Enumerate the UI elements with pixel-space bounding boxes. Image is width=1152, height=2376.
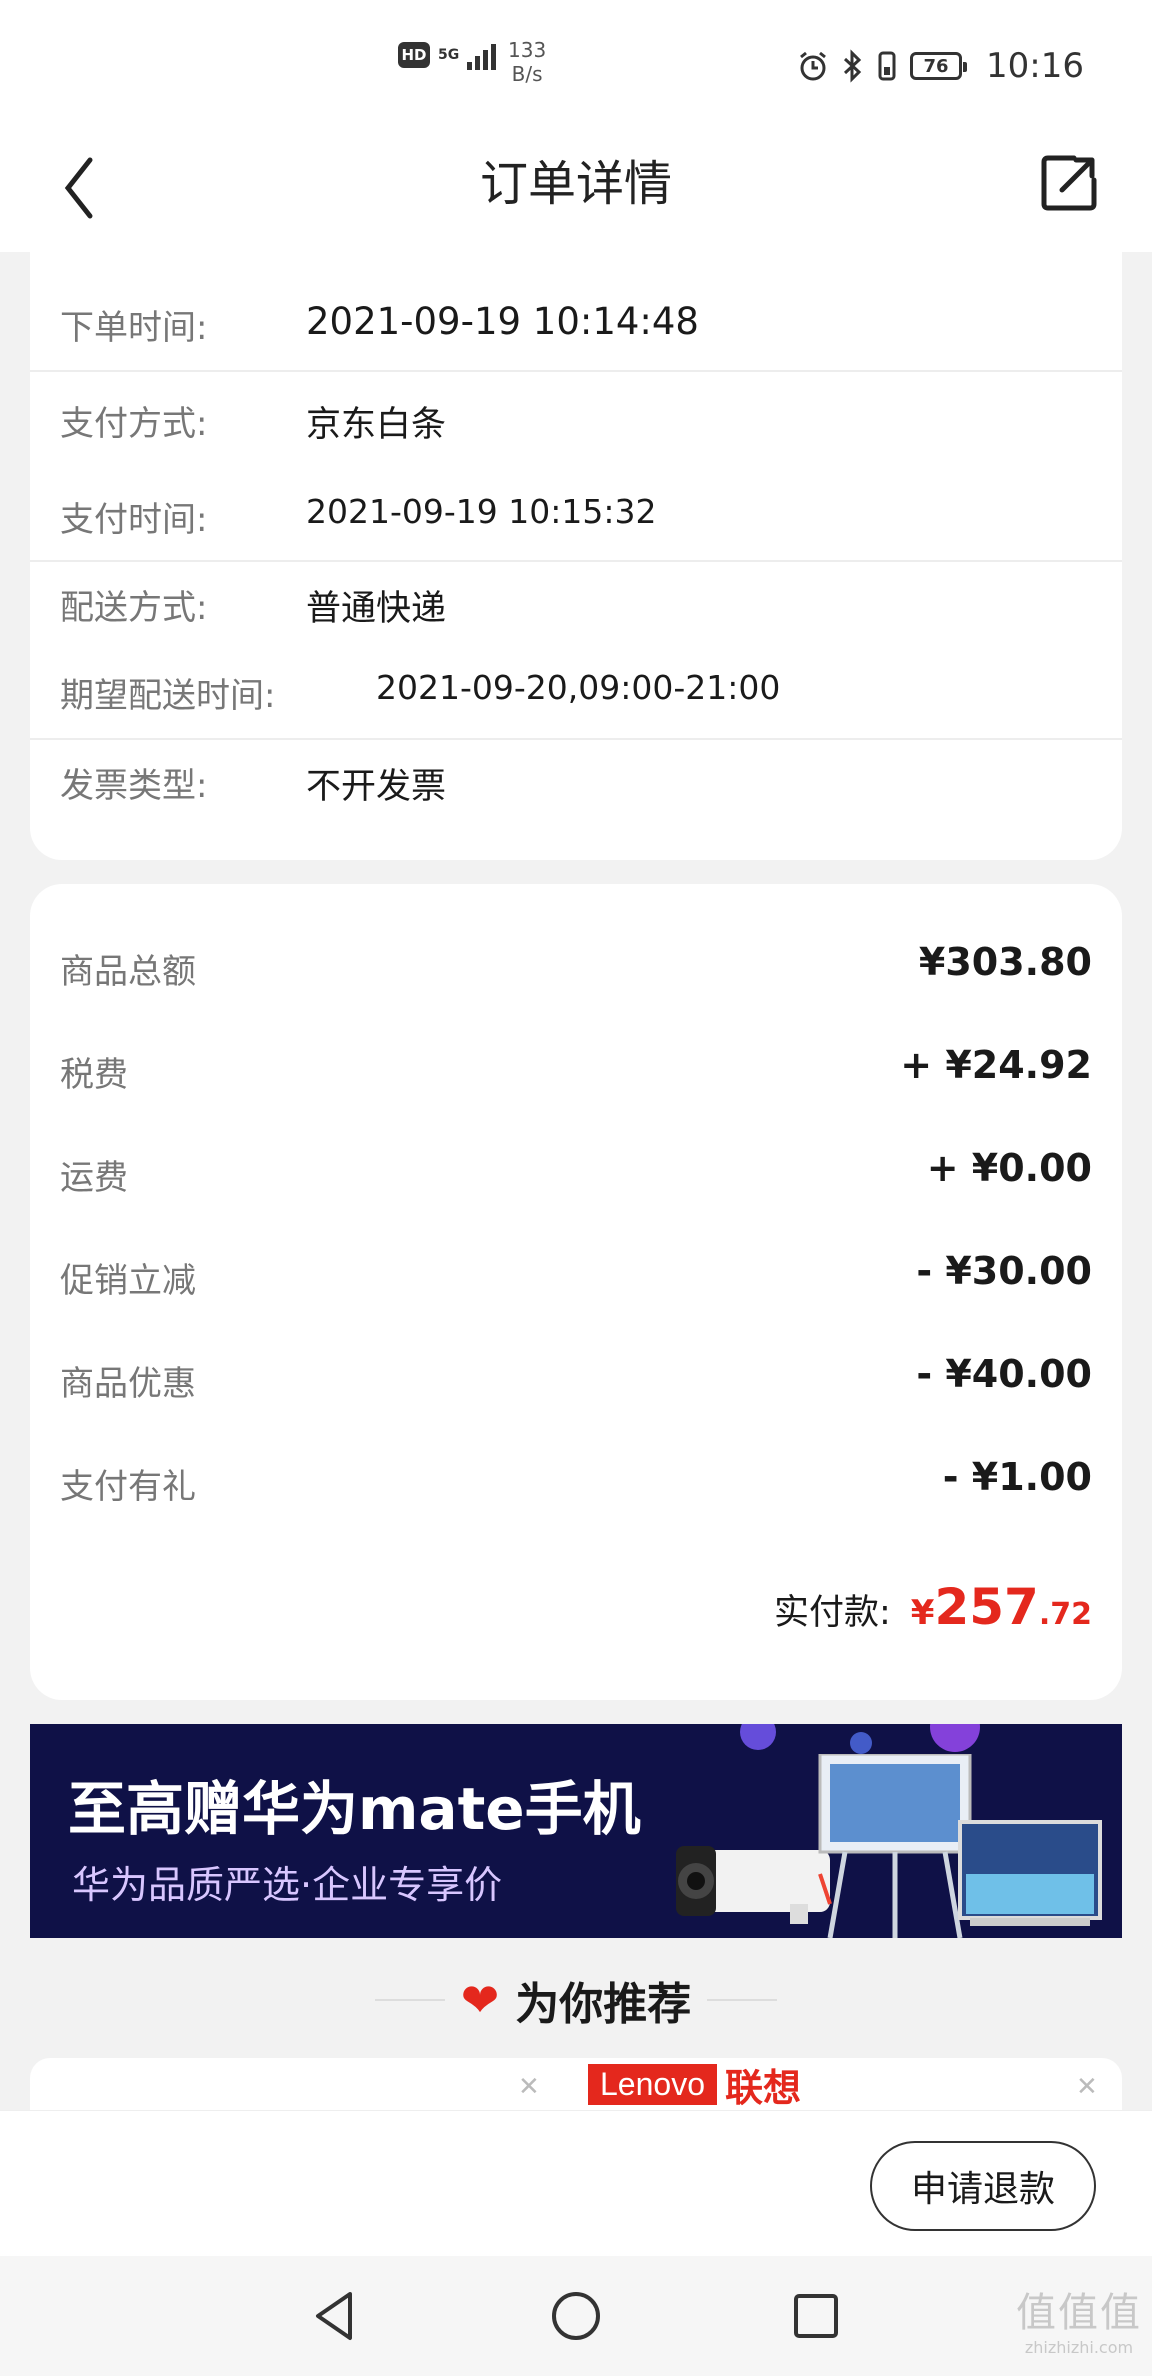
share-icon[interactable] <box>1038 150 1102 214</box>
banner-title: 至高赠华为mate手机 <box>68 1775 641 1843</box>
vibrate-icon <box>878 51 896 81</box>
order-info-label: 支付时间: <box>60 500 208 540</box>
order-info-label: 期望配送时间: <box>60 676 276 716</box>
app-screen: HD 5G 133 B/s 76 10:16 订单详情 下单时间: 2021-0… <box>0 0 1152 2376</box>
recommend-title: 为你推荐 <box>515 1979 692 2030</box>
price-value: + ¥24.92 <box>900 1043 1092 1087</box>
price-value: - ¥1.00 <box>942 1455 1092 1499</box>
price-label: 商品总额 <box>60 952 196 992</box>
status-bar: HD 5G 133 B/s 76 10:16 <box>0 0 1152 132</box>
order-info-label: 发票类型: <box>60 766 208 806</box>
price-value: + ¥0.00 <box>926 1146 1092 1190</box>
clock: 10:16 <box>986 46 1084 86</box>
status-right: 76 10:16 <box>796 46 1084 86</box>
order-info-card: 下单时间: 2021-09-19 10:14:48 支付方式: 京东白条 支付时… <box>30 252 1122 860</box>
paid-decimal: .72 <box>1038 1597 1092 1632</box>
decor-bubble <box>740 1724 776 1750</box>
hd-badge: HD <box>398 42 430 68</box>
price-row: 商品总额 ¥303.80 <box>30 940 1122 1000</box>
nav-recents-icon[interactable] <box>786 2286 846 2346</box>
price-value: - ¥40.00 <box>916 1352 1092 1396</box>
divider <box>30 560 1122 562</box>
price-label: 税费 <box>60 1055 128 1095</box>
price-row: 支付有礼 - ¥1.00 <box>30 1455 1122 1515</box>
order-info-label: 配送方式: <box>60 588 208 628</box>
order-info-value: 2021-09-19 10:15:32 <box>306 492 657 531</box>
price-label: 促销立减 <box>60 1261 196 1301</box>
nav-home-icon[interactable] <box>546 2286 606 2346</box>
price-row: 税费 + ¥24.92 <box>30 1043 1122 1103</box>
price-label: 运费 <box>60 1158 128 1198</box>
promo-banner[interactable]: 至高赠华为mate手机 华为品质严选·企业专享价 <box>30 1724 1122 1938</box>
divider <box>30 370 1122 372</box>
paid-integer: 257 <box>934 1578 1039 1636</box>
brand-logo-en: Lenovo <box>588 2063 717 2105</box>
order-info-label: 支付方式: <box>60 404 208 444</box>
alarm-icon <box>800 51 826 81</box>
network-type: 5G <box>438 47 460 63</box>
price-label: 商品优惠 <box>60 1364 196 1404</box>
decor-bubble <box>930 1724 980 1752</box>
system-nav-bar: 值值值 zhizhizhi.com <box>0 2256 1152 2376</box>
close-icon[interactable]: ✕ <box>1076 2072 1098 2102</box>
order-info-value: 京东白条 <box>306 405 447 445</box>
paid-label: 实付款: <box>774 1593 891 1633</box>
close-icon[interactable]: ✕ <box>518 2072 540 2102</box>
signal-icon <box>467 40 497 70</box>
banner-subtitle: 华为品质严选·企业专享价 <box>72 1863 503 1907</box>
order-info-label: 下单时间: <box>60 308 208 348</box>
nav-bar: 订单详情 <box>0 132 1152 252</box>
paid-currency: ¥ <box>910 1593 935 1633</box>
divider <box>374 1999 445 2001</box>
price-row: 促销立减 - ¥30.00 <box>30 1249 1122 1309</box>
bottom-action-bar: 申请退款 <box>0 2110 1152 2256</box>
order-info-row: 配送方式: 普通快递 <box>30 580 1122 640</box>
price-value: ¥303.80 <box>918 940 1092 984</box>
battery-icon: 76 <box>910 52 968 80</box>
price-detail-card: 商品总额 ¥303.80 税费 + ¥24.92 运费 + ¥0.00 促销立减… <box>30 884 1122 1700</box>
divider <box>30 738 1122 740</box>
order-info-value: 普通快递 <box>306 589 447 629</box>
paid-total: 实付款: ¥ 257 .72 <box>774 1578 1092 1636</box>
price-value: - ¥30.00 <box>916 1249 1092 1293</box>
refund-button[interactable]: 申请退款 <box>870 2141 1096 2231</box>
heart-icon: ❤ <box>460 1973 500 2027</box>
price-row: 运费 + ¥0.00 <box>30 1146 1122 1206</box>
brand-logo: Lenovo 联想 <box>588 2058 801 2110</box>
recommend-card[interactable]: ✕ Lenovo 联想 ✕ <box>30 2058 1122 2114</box>
order-info-row: 下单时间: 2021-09-19 10:14:48 <box>30 300 1122 360</box>
page-title: 订单详情 <box>479 156 672 212</box>
order-info-row: 支付方式: 京东白条 <box>30 396 1122 456</box>
order-info-value: 2021-09-20,09:00-21:00 <box>376 668 781 707</box>
recommend-header: ❤ 为你推荐 <box>0 1968 1152 2032</box>
bluetooth-icon <box>843 49 862 83</box>
order-info-row: 支付时间: 2021-09-19 10:15:32 <box>30 492 1122 552</box>
network-speed: 133 B/s <box>508 38 547 86</box>
brand-logo-cn: 联想 <box>724 2065 801 2110</box>
watermark: 值值值 zhizhizhi.com <box>1016 2290 1142 2357</box>
product-image <box>676 1754 1102 1938</box>
decor-bubble <box>850 1732 872 1754</box>
order-info-row: 发票类型: 不开发票 <box>30 758 1122 818</box>
network-indicator: HD 5G <box>398 40 497 70</box>
order-info-value: 不开发票 <box>306 767 447 807</box>
price-label: 支付有礼 <box>60 1467 196 1507</box>
order-info-row: 期望配送时间: 2021-09-20,09:00-21:00 <box>30 668 1122 728</box>
nav-back-icon[interactable] <box>306 2286 366 2346</box>
price-row: 商品优惠 - ¥40.00 <box>30 1352 1122 1412</box>
order-info-value: 2021-09-19 10:14:48 <box>306 300 699 343</box>
divider <box>707 1999 778 2001</box>
